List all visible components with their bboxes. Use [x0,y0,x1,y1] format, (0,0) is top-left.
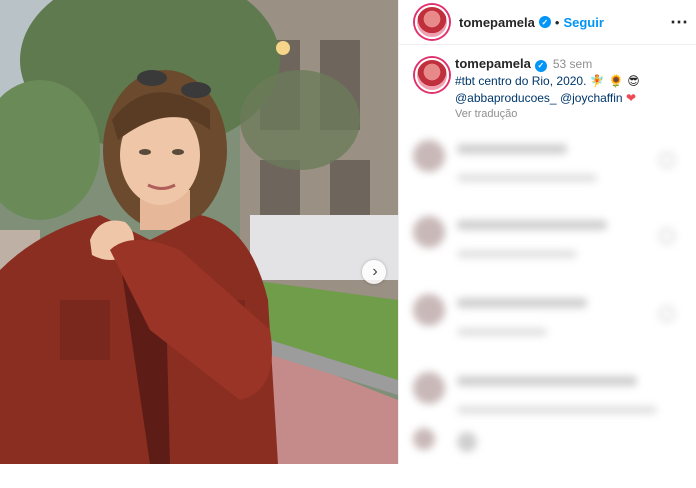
comment-line [457,250,577,258]
chevron-right-icon: › [372,263,378,280]
comment-line [457,144,567,154]
mention-abbaproducoes[interactable]: @abbaproducoes_ [455,91,557,105]
caption-hashtag-text[interactable]: #tbt centro do Rio, 2020. [455,74,586,88]
list-item [413,140,683,200]
username-link[interactable]: tomepamela [459,15,535,30]
caption-text: #tbt centro do Rio, 2020. 🧚 🌻 😎 @abbapro… [455,73,695,107]
action-icon [413,428,435,450]
avatar [413,294,445,326]
post-panel: tomepamela ✓ • Seguir ⋯ tomepamela ✓ 53 se… [398,0,696,464]
list-item [413,428,683,488]
list-item [413,216,683,276]
caption-emojis: 🧚 🌻 😎 [589,73,640,88]
caption-username[interactable]: tomepamela [455,56,531,71]
comment-line [457,376,637,386]
verified-badge-icon: ✓ [538,16,551,28]
like-icon [659,306,675,322]
avatar [413,372,445,404]
list-item [413,372,683,432]
comment-line [457,220,607,230]
more-options-icon[interactable]: ⋯ [670,12,689,33]
like-icon [659,152,675,168]
separator-dot: • [554,14,560,30]
avatar [413,140,445,172]
caption-avatar[interactable] [415,58,449,92]
see-translation-link[interactable]: Ver tradução [455,108,695,120]
caption-header: tomepamela ✓ 53 sem [455,56,695,72]
blurred-comments [399,128,696,464]
like-icon [659,228,675,244]
photo-illustration [0,0,398,464]
comment-line [457,406,657,414]
avatar[interactable] [415,5,449,39]
verified-badge-icon: ✓ [534,59,547,72]
comment-line [457,328,547,336]
post-time[interactable]: 53 sem [553,57,592,71]
comment-line [457,174,597,182]
next-photo-button[interactable]: › [362,260,386,284]
avatar [413,216,445,248]
action-icon [457,432,477,452]
mention-joychaffin[interactable]: @joychaffin [560,91,623,105]
post-header: tomepamela ✓ • Seguir ⋯ [399,0,696,45]
caption-body: tomepamela ✓ 53 sem #tbt centro do Rio, 20… [455,56,695,120]
comment-line [457,298,587,308]
heart-icon: ❤ [625,90,637,105]
post-photo: › [0,0,398,464]
list-item [413,294,683,354]
follow-button[interactable]: Seguir [563,15,603,30]
